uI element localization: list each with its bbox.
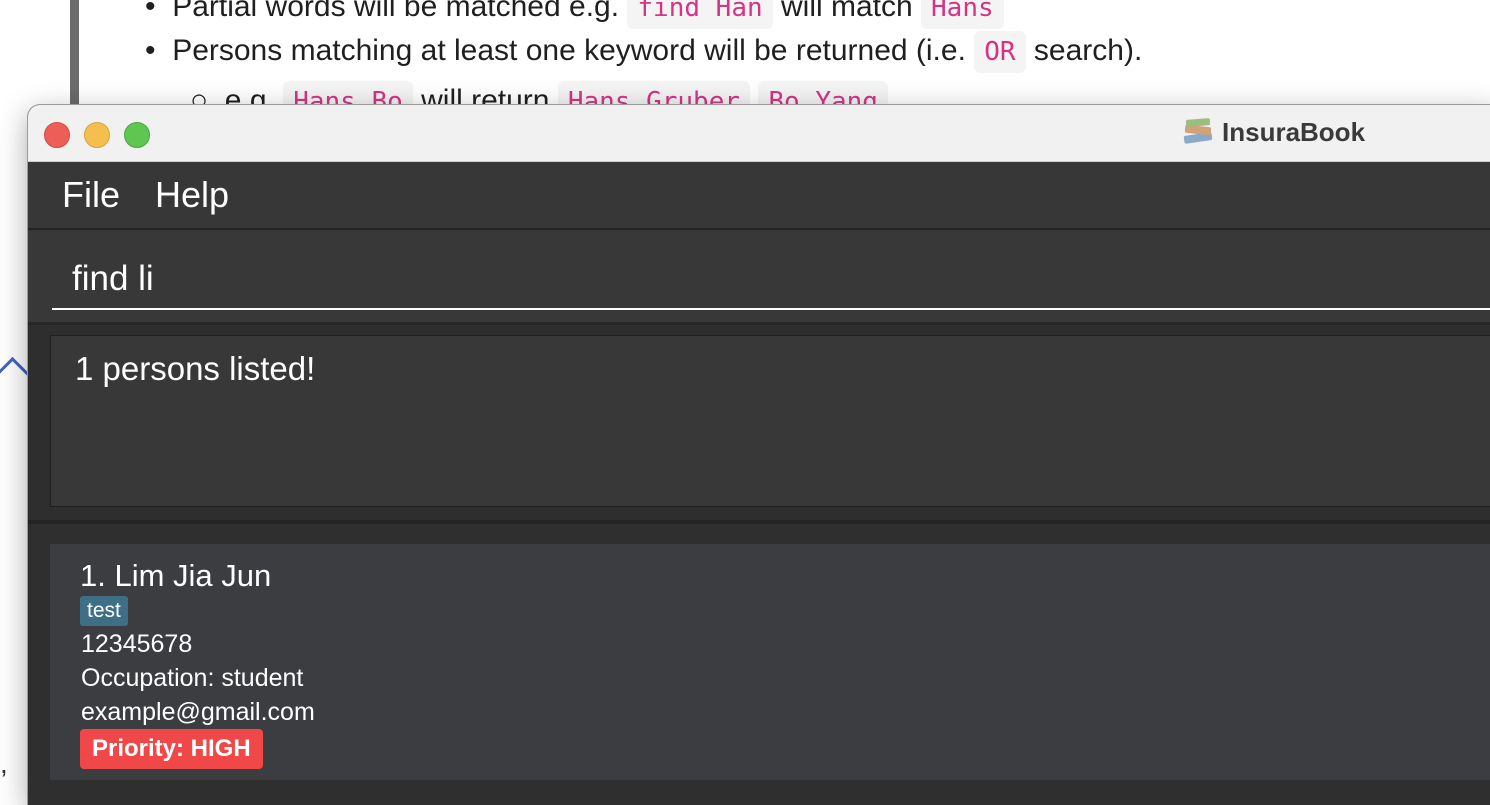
result-display-area: 1 persons listed! [28, 325, 1490, 524]
result-message: 1 persons listed! [75, 350, 316, 387]
insurabook-window: InsuraBook File Help 1 persons listed! 1… [28, 105, 1490, 805]
minimize-window-button[interactable] [84, 122, 110, 148]
person-name: 1. Lim Jia Jun [80, 558, 272, 593]
doc-bullet-or-search: • Persons matching at least one keyword … [145, 31, 1143, 73]
result-display-box[interactable]: 1 persons listed! [50, 335, 1490, 507]
doc-text: search). [1033, 34, 1143, 67]
doc-text: Partial words will be matched e.g. [172, 0, 620, 23]
menu-help[interactable]: Help [155, 174, 229, 216]
doc-code: Hans [921, 0, 1004, 29]
person-email: example@gmail.com [81, 698, 315, 726]
doc-text: will match [780, 0, 913, 23]
person-card[interactable]: 1. Lim Jia Jun test 12345678 Occupation:… [50, 544, 1490, 780]
chevron-up-icon[interactable] [0, 356, 31, 393]
window-title: InsuraBook [1182, 116, 1365, 148]
command-input[interactable] [52, 250, 1490, 310]
books-icon [1182, 116, 1214, 148]
doc-code: OR [974, 31, 1026, 73]
person-list: 1. Lim Jia Jun test 12345678 Occupation:… [28, 524, 1490, 805]
doc-code: find Han [627, 0, 773, 29]
priority-badge: Priority: HIGH [80, 729, 263, 769]
window-title-text: InsuraBook [1222, 116, 1366, 147]
doc-sidebar-bar [70, 0, 79, 110]
zoom-window-button[interactable] [124, 122, 150, 148]
title-bar[interactable]: InsuraBook [28, 105, 1490, 162]
menu-bar: File Help [28, 162, 1490, 230]
person-phone: 12345678 [81, 630, 193, 658]
doc-fragment: , [0, 748, 8, 779]
menu-file[interactable]: File [62, 174, 120, 216]
person-occupation: Occupation: student [81, 664, 304, 692]
close-window-button[interactable] [44, 122, 70, 148]
person-tag: test [80, 596, 128, 626]
doc-bullet-partial-words: • Partial words will be matched e.g. fin… [145, 0, 1004, 29]
doc-text: Persons matching at least one keyword wi… [172, 34, 966, 67]
command-box-area [28, 230, 1490, 325]
